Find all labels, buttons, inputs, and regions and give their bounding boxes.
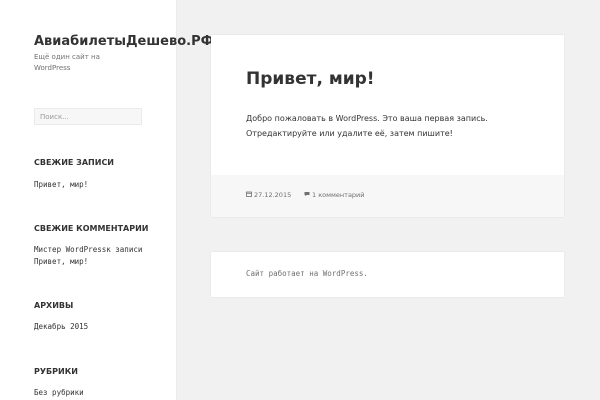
recent-posts-list: Привет, мир! (34, 179, 88, 191)
archives-list: Декабрь 2015 (34, 321, 88, 333)
site-footer: Сайт работает на WordPress. (211, 252, 564, 297)
archives-title: АРХИВЫ (34, 301, 74, 310)
sidebar: АвиабилетыДешево.РФ Ещё один сайт на Wor… (0, 0, 214, 400)
post-date-text: 27.12.2015 (254, 191, 292, 199)
post-body: Добро пожаловать в WordPress. Это ваша п… (246, 114, 488, 138)
recent-comment-item: Мистер WordPressк записи Привет, мир! (34, 244, 142, 268)
categories-title: РУБРИКИ (34, 367, 78, 376)
categories-list: Без рубрики (34, 387, 84, 399)
post-content: Добро пожаловать в WordPress. Это ваша п… (246, 111, 536, 141)
post-title[interactable]: Привет, мир! (246, 69, 375, 89)
recent-comments-title: СВЕЖИЕ КОММЕНТАРИИ (34, 224, 149, 233)
post-date[interactable]: 27.12.2015 (246, 191, 291, 199)
category-link[interactable]: Без рубрики (34, 388, 84, 397)
recent-post-link[interactable]: Привет, мир! (34, 180, 88, 189)
post-comments[interactable]: 1 комментарий (304, 191, 365, 199)
comment-connector: к записи (106, 245, 143, 254)
search-input[interactable] (34, 108, 142, 125)
calendar-icon (246, 191, 252, 199)
comment-post-link[interactable]: Привет, мир! (34, 257, 88, 266)
archive-link[interactable]: Декабрь 2015 (34, 322, 88, 331)
post-meta: 27.12.2015 1 комментарий (211, 175, 564, 217)
post-card: Привет, мир! Добро пожаловать в WordPres… (211, 35, 564, 217)
post-comments-text: 1 комментарий (312, 191, 365, 199)
recent-posts-title: СВЕЖИЕ ЗАПИСИ (34, 158, 115, 167)
site-description: Ещё один сайт на WordPress (34, 53, 100, 72)
powered-by-link[interactable]: Сайт работает на WordPress. (246, 269, 368, 278)
comment-icon (304, 191, 310, 199)
comment-author[interactable]: Мистер WordPress (34, 245, 106, 254)
site-title[interactable]: АвиабилетыДешево.РФ (34, 34, 214, 49)
